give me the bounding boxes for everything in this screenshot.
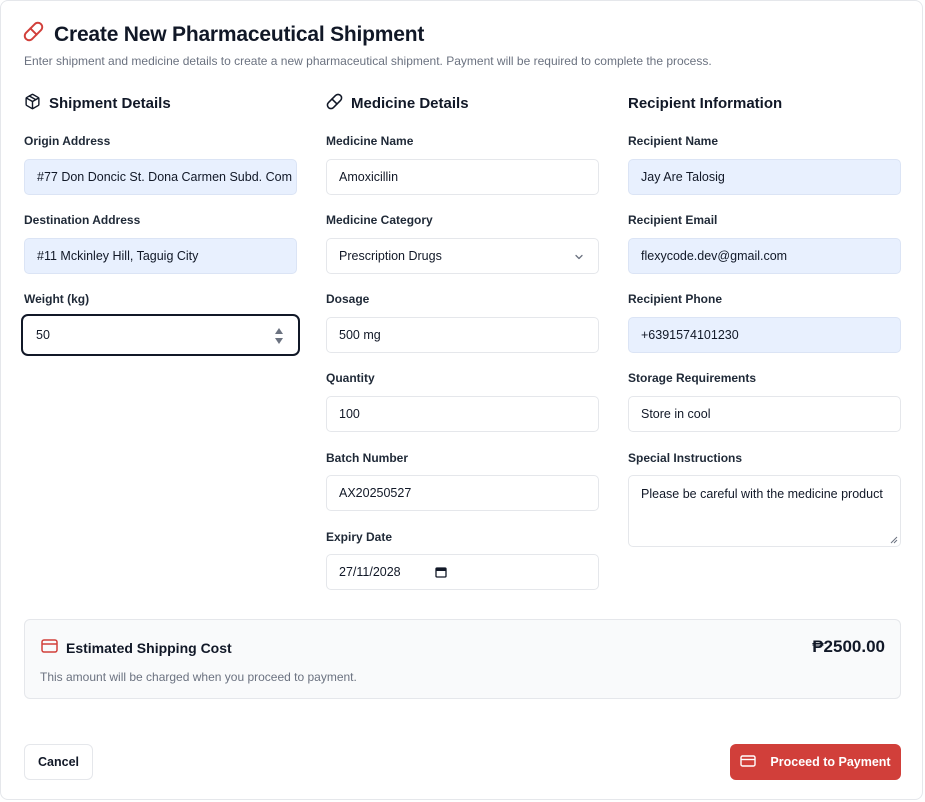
create-shipment-card: Create New Pharmaceutical Shipment Enter… (0, 0, 923, 800)
recipient-phone-input[interactable]: +6391574101230 (628, 317, 901, 353)
quantity-label: Quantity (326, 371, 375, 385)
dosage-input[interactable]: 500 mg (326, 317, 599, 353)
recipient-name-label: Recipient Name (628, 134, 719, 148)
dosage-label: Dosage (326, 292, 370, 306)
expiry-date-input[interactable]: 27/11/2028 (326, 554, 599, 590)
weight-label: Weight (kg) (24, 292, 90, 306)
storage-requirements-label: Storage Requirements (628, 371, 757, 385)
special-instructions-value: Please be careful with the medicine prod… (641, 487, 883, 501)
destination-address-input[interactable]: #11 Mckinley Hill, Taguig City (24, 238, 297, 274)
estimated-cost-heading: Estimated Shipping Cost (41, 639, 232, 656)
medicine-category-select[interactable]: Prescription Drugs (326, 238, 599, 274)
recipient-email-label: Recipient Email (628, 213, 718, 227)
proceed-to-payment-button[interactable]: Proceed to Payment (730, 744, 901, 780)
origin-address-label: Origin Address (24, 134, 111, 148)
page-title: Create New Pharmaceutical Shipment (23, 21, 424, 48)
page-title-text: Create New Pharmaceutical Shipment (54, 22, 425, 46)
recipient-information-title: Recipient Information (628, 94, 783, 112)
medicine-details-heading: Medicine Details (326, 91, 600, 115)
batch-number-input[interactable]: AX20250527 (326, 475, 599, 511)
estimated-cost-amount: ₱2500.00 (812, 637, 885, 656)
special-instructions-label: Special Instructions (628, 451, 743, 465)
recipient-email-input[interactable]: flexycode.dev@gmail.com (628, 238, 901, 274)
recipient-name-input[interactable]: Jay Are Talosig (628, 159, 901, 195)
chevron-down-icon (575, 254, 583, 260)
medicine-details-title: Medicine Details (351, 94, 469, 112)
quantity-input[interactable]: 100 (326, 396, 599, 432)
page-subtitle: Enter shipment and medicine details to c… (24, 54, 712, 68)
credit-card-icon (740, 754, 757, 770)
shipment-details-heading: Shipment Details (24, 91, 298, 115)
special-instructions-textarea[interactable]: Please be careful with the medicine prod… (628, 475, 901, 547)
batch-number-label: Batch Number (326, 451, 409, 465)
estimated-cost-title: Estimated Shipping Cost (66, 639, 232, 656)
estimated-cost-panel: Estimated Shipping Cost ₱2500.00 This am… (24, 619, 901, 699)
medicine-name-input[interactable]: Amoxicillin (326, 159, 599, 195)
medicine-details-section: Medicine Details Medicine Name Amoxicill… (326, 91, 600, 590)
cancel-button[interactable]: Cancel (24, 744, 93, 780)
resize-handle-icon[interactable] (890, 536, 898, 544)
destination-address-label: Destination Address (24, 213, 141, 227)
medicine-category-label: Medicine Category (326, 213, 433, 227)
storage-requirements-input[interactable]: Store in cool (628, 396, 901, 432)
shipment-details-title: Shipment Details (49, 94, 171, 112)
weight-value: 50 (36, 328, 50, 342)
shipment-details-section: Shipment Details Origin Address #77 Don … (21, 91, 300, 356)
pill-icon (326, 93, 343, 114)
expiry-date-value: 27/11/2028 (339, 565, 401, 579)
expiry-date-label: Expiry Date (326, 530, 393, 544)
estimated-cost-note: This amount will be charged when you pro… (40, 670, 357, 684)
origin-address-input[interactable]: #77 Don Doncic St. Dona Carmen Subd. Com (24, 159, 297, 195)
recipient-phone-label: Recipient Phone (628, 292, 723, 306)
credit-card-icon (41, 639, 58, 656)
recipient-information-section: Recipient Information Recipient Name Jay… (628, 91, 902, 547)
number-stepper-icon[interactable] (274, 328, 284, 344)
package-icon (24, 93, 41, 114)
pill-icon (23, 21, 44, 48)
weight-input[interactable]: 50 (21, 314, 300, 356)
medicine-name-label: Medicine Name (326, 134, 414, 148)
proceed-to-payment-label: Proceed to Payment (770, 755, 891, 769)
medicine-category-value: Prescription Drugs (339, 249, 442, 263)
calendar-icon[interactable] (435, 566, 447, 578)
